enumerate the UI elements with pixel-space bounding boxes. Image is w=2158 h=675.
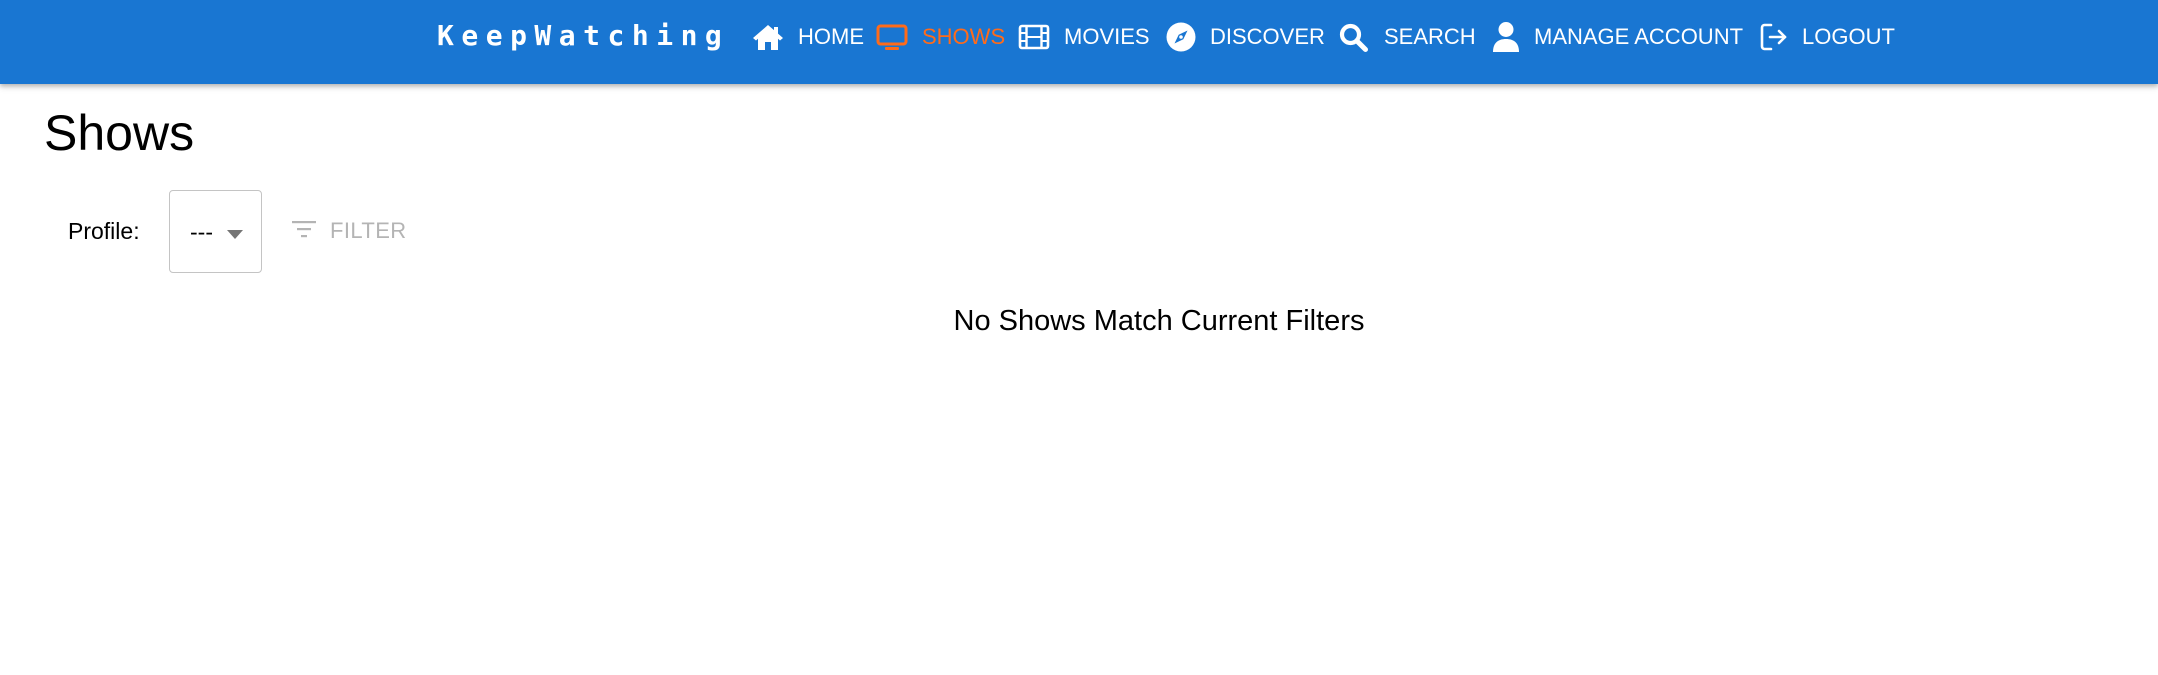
nav-shows-label: SHOWS bbox=[922, 24, 1006, 49]
tv-icon bbox=[876, 23, 908, 51]
nav-home-label: HOME bbox=[798, 24, 864, 49]
nav-manage-account[interactable]: MANAGE ACCOUNT bbox=[1492, 18, 1743, 56]
filter-icon bbox=[292, 218, 316, 244]
nav-home[interactable]: HOME bbox=[752, 18, 864, 56]
filter-button[interactable]: FILTER bbox=[292, 214, 407, 248]
brand-logo-text[interactable]: KeepWatching bbox=[437, 18, 729, 54]
nav-shows[interactable]: SHOWS bbox=[876, 18, 1005, 56]
profile-label: Profile: bbox=[68, 218, 140, 244]
nav-discover[interactable]: DISCOVER bbox=[1166, 18, 1325, 56]
page-title: Shows bbox=[44, 105, 195, 161]
film-icon bbox=[1018, 23, 1050, 51]
profile-select-value: --- bbox=[190, 219, 213, 245]
filter-button-label: FILTER bbox=[330, 218, 407, 243]
nav-search[interactable]: SEARCH bbox=[1338, 18, 1476, 56]
nav-logout[interactable]: LOGOUT bbox=[1760, 18, 1895, 56]
compass-icon bbox=[1166, 22, 1196, 52]
search-icon bbox=[1338, 22, 1370, 52]
profile-select[interactable]: --- bbox=[169, 190, 262, 273]
nav-movies[interactable]: MOVIES bbox=[1018, 18, 1150, 56]
empty-state-message: No Shows Match Current Filters bbox=[953, 305, 1365, 337]
home-icon bbox=[752, 23, 784, 51]
nav-manage-account-label: MANAGE ACCOUNT bbox=[1534, 24, 1744, 49]
user-icon bbox=[1492, 21, 1520, 53]
nav-movies-label: MOVIES bbox=[1064, 24, 1150, 49]
nav-search-label: SEARCH bbox=[1384, 24, 1476, 49]
app-bar: KeepWatching HOME SHOWS MOVIES DISCOVER … bbox=[0, 0, 2158, 84]
nav-logout-label: LOGOUT bbox=[1802, 24, 1895, 49]
nav-discover-label: DISCOVER bbox=[1210, 24, 1325, 49]
logout-icon bbox=[1760, 23, 1788, 51]
caret-down-icon bbox=[227, 226, 243, 244]
